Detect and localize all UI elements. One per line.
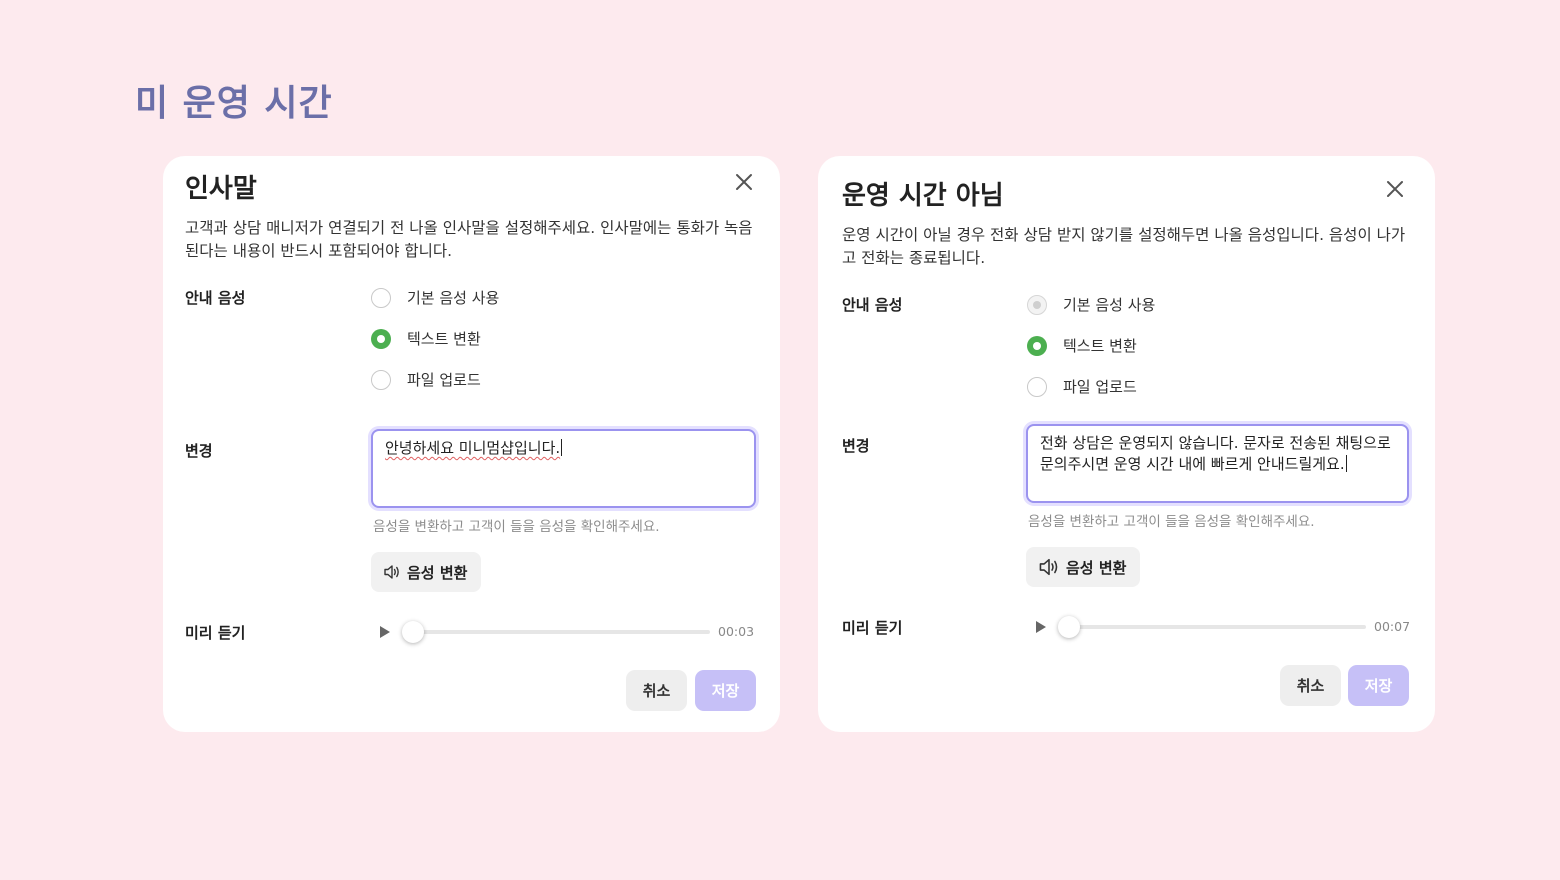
radio-text-to-speech[interactable]: 텍스트 변환	[371, 328, 481, 349]
off-hours-text-input[interactable]: 전화 상담은 운영되지 않습니다. 문자로 전송된 채팅으로 문의주시면 운영 …	[1026, 424, 1409, 503]
convert-voice-label: 음성 변환	[407, 563, 468, 582]
voice-label: 안내 음성	[185, 289, 246, 307]
greeting-dialog: 인사말 고객과 상담 매니저가 연결되기 전 나올 인사말을 설정해주세요. 인…	[163, 156, 780, 732]
audio-player: 00:03	[378, 620, 758, 643]
text-value: 안녕하세요 미니멈샵입니다.	[385, 439, 561, 457]
text-value: 전화 상담은 운영되지 않습니다. 문자로 전송된 채팅으로 문의주시면 운영 …	[1040, 434, 1391, 473]
duration-text: 00:07	[1374, 619, 1411, 634]
change-label: 변경	[185, 442, 213, 460]
speaker-icon	[1039, 558, 1058, 576]
convert-voice-label: 음성 변환	[1066, 558, 1127, 577]
page-title: 미 운영 시간	[135, 83, 333, 124]
duration-text: 00:03	[718, 624, 755, 639]
progress-thumb[interactable]	[1058, 615, 1080, 638]
radio-circle[interactable]	[1027, 376, 1047, 397]
convert-voice-button[interactable]: 음성 변환	[371, 552, 482, 592]
cancel-button[interactable]: 취소	[626, 670, 687, 711]
progress-track[interactable]	[402, 620, 710, 643]
helper-text: 음성을 변환하고 고객이 들을 음성을 확인해주세요.	[373, 519, 660, 535]
save-button[interactable]: 저장	[1348, 665, 1409, 706]
greeting-text-input[interactable]: 안녕하세요 미니멈샵입니다.	[371, 429, 756, 508]
radio-label: 텍스트 변환	[407, 330, 481, 348]
radio-default-voice[interactable]: 기본 음성 사용	[1027, 294, 1155, 315]
helper-text: 음성을 변환하고 고객이 들을 음성을 확인해주세요.	[1028, 514, 1315, 530]
dialog-title: 인사말	[185, 174, 257, 204]
voice-label: 안내 음성	[842, 296, 903, 314]
speaker-icon	[384, 565, 399, 579]
audio-player: 00:07	[1034, 615, 1414, 638]
dialog-description: 운영 시간이 아닐 경우 전화 상담 받지 않기를 설정해두면 나올 음성입니다…	[842, 226, 1406, 267]
preview-label: 미리 듣기	[185, 624, 246, 642]
radio-label: 파일 업로드	[407, 371, 481, 389]
radio-file-upload[interactable]: 파일 업로드	[1027, 376, 1137, 397]
preview-label: 미리 듣기	[842, 619, 903, 637]
play-icon[interactable]	[378, 625, 392, 639]
play-icon[interactable]	[1034, 620, 1048, 634]
convert-voice-button[interactable]: 음성 변환	[1026, 547, 1141, 587]
radio-circle[interactable]	[1027, 294, 1047, 315]
radio-text-to-speech[interactable]: 텍스트 변환	[1027, 335, 1137, 356]
radio-file-upload[interactable]: 파일 업로드	[371, 369, 481, 390]
progress-thumb[interactable]	[402, 620, 424, 643]
radio-circle[interactable]	[1027, 335, 1047, 356]
radio-default-voice[interactable]: 기본 음성 사용	[371, 287, 499, 308]
close-icon[interactable]	[735, 173, 753, 191]
radio-label: 텍스트 변환	[1063, 337, 1137, 355]
radio-circle[interactable]	[371, 369, 391, 390]
close-icon[interactable]	[1386, 180, 1404, 198]
progress-track[interactable]	[1058, 615, 1366, 638]
radio-label: 기본 음성 사용	[1063, 296, 1156, 314]
cancel-button[interactable]: 취소	[1280, 665, 1341, 706]
dialog-title: 운영 시간 아님	[842, 181, 1004, 211]
change-label: 변경	[842, 437, 870, 455]
dialog-description: 고객과 상담 매니저가 연결되기 전 나올 인사말을 설정해주세요. 인사말에는…	[185, 219, 753, 260]
radio-label: 파일 업로드	[1063, 378, 1137, 396]
radio-label: 기본 음성 사용	[407, 289, 500, 307]
off-hours-dialog: 운영 시간 아님 운영 시간이 아닐 경우 전화 상담 받지 않기를 설정해두면…	[818, 156, 1435, 732]
radio-circle[interactable]	[371, 328, 391, 349]
save-button[interactable]: 저장	[695, 670, 756, 711]
radio-circle[interactable]	[371, 287, 391, 308]
